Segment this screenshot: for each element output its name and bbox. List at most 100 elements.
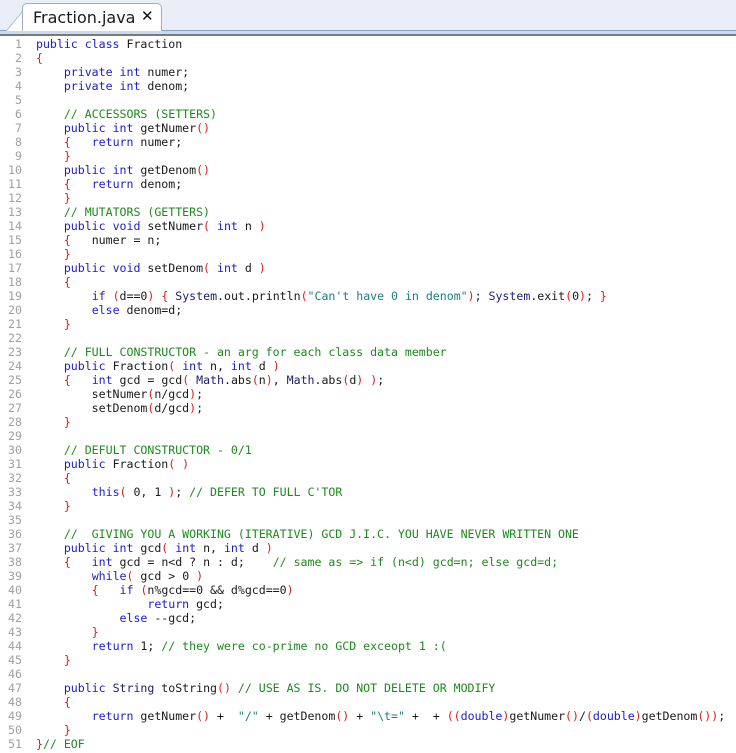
code-line[interactable]: 43 } [0, 625, 736, 639]
line-number: 19 [8, 289, 22, 303]
code-line[interactable]: 44 return 1; // they were co-prime no GC… [0, 639, 736, 653]
line-number: 9 [15, 149, 22, 163]
code-line[interactable]: 46 [0, 667, 736, 681]
code-line[interactable]: 6 // ACCESSORS (SETTERS) [0, 107, 736, 121]
code-text: setDenom [140, 261, 204, 275]
code-line[interactable]: 7 public int getNumer() [0, 121, 736, 135]
line-number: 28 [8, 415, 22, 429]
code-editor[interactable]: 1 public class Fraction 2{3 private int nu… [0, 36, 736, 753]
code-line[interactable]: 27 setDenom(d/gcd); [0, 401, 736, 415]
keyword: double [592, 709, 635, 723]
keyword: public [63, 457, 106, 471]
code-line[interactable]: 32 { [0, 471, 736, 485]
line-code: public Fraction( int n, int d ) [36, 359, 280, 373]
code-line[interactable]: 33 this( 0, 1 ); // DEFER TO FULL C'TOR [0, 485, 736, 499]
code-line[interactable]: 36 // GIVING YOU A WORKING (ITERATIVE) G… [0, 527, 736, 541]
code-line[interactable]: 11 { return denom; [0, 177, 736, 191]
close-icon[interactable]: ✕ [141, 7, 154, 25]
code-line[interactable]: 12 } [0, 191, 736, 205]
code-text: 0, 1 [126, 485, 169, 499]
bracket: ( [203, 261, 211, 275]
code-line[interactable]: 8 { return numer; [0, 135, 736, 149]
code-line[interactable]: 18 { [0, 275, 736, 289]
type-name: System [488, 289, 531, 303]
code-text: gcd [133, 541, 162, 555]
type-name: String [112, 681, 155, 695]
bracket: () [196, 121, 211, 135]
line-number: 37 [8, 541, 22, 555]
keyword: while [91, 569, 127, 583]
code-line[interactable]: 16 } [0, 247, 736, 261]
code-line[interactable]: 40 { if (n%gcd==0 && d%gcd==0) [0, 583, 736, 597]
code-line[interactable]: 26 setNumer(n/gcd); [0, 387, 736, 401]
code-line[interactable]: 31 public Fraction( ) [0, 457, 736, 471]
code-line[interactable]: 37 public int gcd( int n, int d ) [0, 541, 736, 555]
code-text: + getDenom [258, 709, 336, 723]
code-line[interactable]: 15 { numer = n; [0, 233, 736, 247]
line-number: 31 [8, 457, 22, 471]
line-code: { int gcd = n<d ? n : d; // same as => i… [36, 555, 558, 569]
code-line[interactable]: 10 public int getDenom() [0, 163, 736, 177]
code-line[interactable]: 48 { [0, 695, 736, 709]
string-literal: "Can't have 0 in denom" [307, 289, 468, 303]
code-line[interactable]: 4 private int denom; [0, 79, 736, 93]
code-line[interactable]: 47 public String toString() // USE AS IS… [0, 681, 736, 695]
string-literal: "\t=" [370, 709, 405, 723]
code-line[interactable]: 14 public void setNumer( int n ) [0, 219, 736, 233]
line-number: 4 [15, 79, 22, 93]
keyword: return [91, 639, 134, 653]
keyword: public [63, 359, 106, 373]
code-line[interactable]: 5 [0, 93, 736, 107]
code-line[interactable]: 21 } [0, 317, 736, 331]
code-line[interactable]: 1 public class Fraction [0, 37, 736, 51]
code-line[interactable]: 20 else denom=d; [0, 303, 736, 317]
code-line[interactable]: 13 // MUTATORS (GETTERS) [0, 205, 736, 219]
code-line[interactable]: 50 } [0, 723, 736, 737]
code-line[interactable]: 3 private int numer; [0, 65, 736, 79]
line-code: else --gcd; [36, 611, 197, 625]
code-line[interactable]: 45 } [0, 653, 736, 667]
code-line[interactable]: 34 } [0, 499, 736, 513]
code-line[interactable]: 23 // FULL CONSTRUCTOR - an arg for each… [0, 345, 736, 359]
code-line[interactable]: 39 while( gcd > 0 ) [0, 569, 736, 583]
type-name: Math [286, 373, 315, 387]
code-text: getNumer [133, 121, 197, 135]
code-line[interactable]: 29 [0, 429, 736, 443]
code-line[interactable]: 28 } [0, 415, 736, 429]
code-text: 0 [572, 289, 580, 303]
code-line[interactable]: 22 [0, 331, 736, 345]
code-line[interactable]: 25 { int gcd = gcd( Math.abs(n), Math.ab… [0, 373, 736, 387]
code-line[interactable]: 2{ [0, 51, 736, 65]
comment: // EOF [42, 737, 85, 751]
code-text: Fraction [105, 359, 169, 373]
code-text: .abs [314, 373, 343, 387]
code-line[interactable]: 30 // DEFULT CONSTRUCTOR - 0/1 [0, 443, 736, 457]
tab-fraction-java[interactable]: Fraction.java ✕ [22, 3, 162, 32]
code-line[interactable]: 24 public Fraction( int n, int d ) [0, 359, 736, 373]
code-line[interactable]: 17 public void setDenom( int d ) [0, 261, 736, 275]
line-code: } [36, 723, 71, 737]
line-code: return 1; // they were co-prime no GCD e… [36, 639, 447, 653]
code-line[interactable]: 9 } [0, 149, 736, 163]
code-line[interactable]: 19 if (d==0) { System.out.println("Can't… [0, 289, 736, 303]
code-line[interactable]: 38 { int gcd = n<d ? n : d; // same as =… [0, 555, 736, 569]
code-text: --gcd; [147, 611, 197, 625]
bracket: ) [258, 261, 266, 275]
line-number: 41 [8, 597, 22, 611]
code-line[interactable]: 51}// EOF [0, 737, 736, 751]
code-line[interactable]: 35 [0, 513, 736, 527]
code-text: d/gcd [154, 401, 190, 415]
keyword: double [460, 709, 503, 723]
code-line[interactable]: 49 return getNumer() + "/" + getDenom() … [0, 709, 736, 723]
tab-label: Fraction.java [33, 8, 136, 27]
code-line[interactable]: 42 else --gcd; [0, 611, 736, 625]
line-code: // FULL CONSTRUCTOR - an arg for each cl… [36, 345, 447, 359]
code-line[interactable]: 41 return gcd; [0, 597, 736, 611]
